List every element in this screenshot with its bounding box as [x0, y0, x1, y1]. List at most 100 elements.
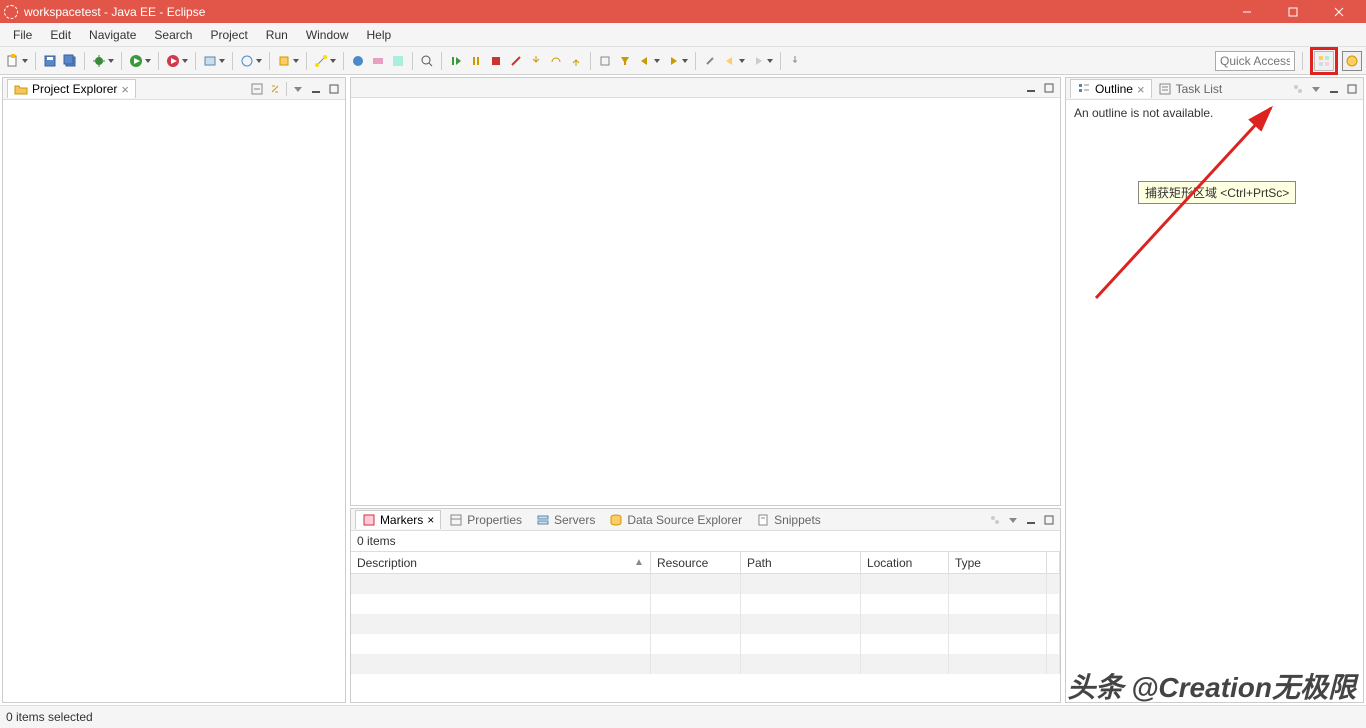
status-text: 0 items selected	[6, 710, 93, 724]
next-annotation-icon[interactable]	[664, 52, 682, 70]
menu-edit[interactable]: Edit	[41, 25, 80, 45]
close-button[interactable]	[1316, 0, 1362, 23]
debug-icon[interactable]	[90, 52, 108, 70]
table-row[interactable]	[351, 594, 1060, 614]
maximize-view-icon[interactable]	[327, 82, 341, 96]
col-description[interactable]: Description▲	[351, 552, 651, 573]
step-into-icon[interactable]	[527, 52, 545, 70]
menu-file[interactable]: File	[4, 25, 41, 45]
new-connector-icon[interactable]	[312, 52, 330, 70]
resume-icon[interactable]	[447, 52, 465, 70]
filters-icon[interactable]	[988, 513, 1002, 527]
outline-body: An outline is not available.	[1066, 100, 1363, 126]
open-perspective-button[interactable]	[1314, 51, 1334, 71]
minimize-view-icon[interactable]	[309, 82, 323, 96]
col-resource[interactable]: Resource	[651, 552, 741, 573]
suspend-icon[interactable]	[467, 52, 485, 70]
tasklist-icon	[1158, 82, 1172, 96]
focus-icon[interactable]	[1291, 82, 1305, 96]
outline-view: Outline × Task List An outline is not av…	[1065, 77, 1364, 703]
minimize-view-icon[interactable]	[1024, 513, 1038, 527]
open-web-browser-icon[interactable]	[349, 52, 367, 70]
disconnect-icon[interactable]	[507, 52, 525, 70]
bottom-tabs: Markers × Properties Servers Data Source…	[351, 509, 1060, 531]
close-icon[interactable]: ×	[427, 513, 434, 527]
tab-markers[interactable]: Markers ×	[355, 510, 441, 529]
new-ejb-icon[interactable]	[275, 52, 293, 70]
menu-navigate[interactable]: Navigate	[80, 25, 145, 45]
minimize-editor-icon[interactable]	[1024, 81, 1038, 95]
run-last-icon[interactable]	[164, 52, 182, 70]
servers-icon	[536, 513, 550, 527]
view-menu-icon[interactable]	[291, 82, 305, 96]
terminate-icon[interactable]	[487, 52, 505, 70]
markers-icon	[362, 513, 376, 527]
menubar: File Edit Navigate Search Project Run Wi…	[0, 23, 1366, 47]
maximize-view-icon[interactable]	[1042, 513, 1056, 527]
new-icon[interactable]	[4, 52, 22, 70]
use-step-filters-icon[interactable]	[616, 52, 634, 70]
menu-run[interactable]: Run	[257, 25, 297, 45]
table-body[interactable]	[351, 574, 1060, 674]
jsp-icon[interactable]	[389, 52, 407, 70]
view-menu-icon[interactable]	[1006, 513, 1020, 527]
forward-icon[interactable]	[749, 52, 767, 70]
minimize-button[interactable]	[1224, 0, 1270, 23]
menu-window[interactable]: Window	[297, 25, 358, 45]
editor-header	[351, 78, 1060, 98]
javaee-perspective-button[interactable]	[1342, 51, 1362, 71]
datasource-icon	[609, 513, 623, 527]
table-row[interactable]	[351, 654, 1060, 674]
properties-icon	[449, 513, 463, 527]
jpa-icon[interactable]	[369, 52, 387, 70]
tab-properties[interactable]: Properties	[443, 511, 528, 529]
open-perspective-highlight	[1310, 47, 1338, 75]
close-icon[interactable]: ×	[121, 83, 129, 96]
table-row[interactable]	[351, 634, 1060, 654]
tab-snippets[interactable]: Snippets	[750, 511, 827, 529]
pin-icon[interactable]	[786, 52, 804, 70]
prev-annotation-icon[interactable]	[636, 52, 654, 70]
step-return-icon[interactable]	[567, 52, 585, 70]
bottom-views: Markers × Properties Servers Data Source…	[350, 508, 1061, 703]
table-row[interactable]	[351, 614, 1060, 634]
quick-access-input[interactable]	[1215, 51, 1295, 71]
main-toolbar	[0, 47, 1366, 75]
workbench: Project Explorer ×	[0, 75, 1366, 705]
close-icon[interactable]: ×	[1137, 83, 1145, 96]
new-server-icon[interactable]	[201, 52, 219, 70]
outline-tab[interactable]: Outline ×	[1070, 79, 1152, 98]
eclipse-icon	[4, 5, 18, 19]
menu-help[interactable]: Help	[358, 25, 401, 45]
col-location[interactable]: Location	[861, 552, 949, 573]
drop-frame-icon[interactable]	[596, 52, 614, 70]
back-icon[interactable]	[721, 52, 739, 70]
editor-area[interactable]	[350, 77, 1061, 506]
maximize-editor-icon[interactable]	[1042, 81, 1056, 95]
task-list-tab[interactable]: Task List	[1152, 80, 1229, 98]
center-column: Markers × Properties Servers Data Source…	[350, 77, 1061, 703]
tab-servers[interactable]: Servers	[530, 511, 601, 529]
maximize-button[interactable]	[1270, 0, 1316, 23]
maximize-view-icon[interactable]	[1345, 82, 1359, 96]
col-type[interactable]: Type	[949, 552, 1047, 573]
col-path[interactable]: Path	[741, 552, 861, 573]
project-explorer-body[interactable]	[3, 100, 345, 702]
menu-project[interactable]: Project	[201, 25, 256, 45]
menu-search[interactable]: Search	[145, 25, 201, 45]
step-over-icon[interactable]	[547, 52, 565, 70]
tooltip: 捕获矩形区域 <Ctrl+PrtSc>	[1138, 181, 1296, 204]
project-explorer-tab[interactable]: Project Explorer ×	[7, 79, 136, 98]
search-icon[interactable]	[418, 52, 436, 70]
minimize-view-icon[interactable]	[1327, 82, 1341, 96]
save-all-icon[interactable]	[61, 52, 79, 70]
last-edit-icon[interactable]	[701, 52, 719, 70]
collapse-all-icon[interactable]	[250, 82, 264, 96]
new-web-icon[interactable]	[238, 52, 256, 70]
save-icon[interactable]	[41, 52, 59, 70]
view-menu-icon[interactable]	[1309, 82, 1323, 96]
run-icon[interactable]	[127, 52, 145, 70]
tab-data-source-explorer[interactable]: Data Source Explorer	[603, 511, 748, 529]
link-editor-icon[interactable]	[268, 82, 282, 96]
table-row[interactable]	[351, 574, 1060, 594]
